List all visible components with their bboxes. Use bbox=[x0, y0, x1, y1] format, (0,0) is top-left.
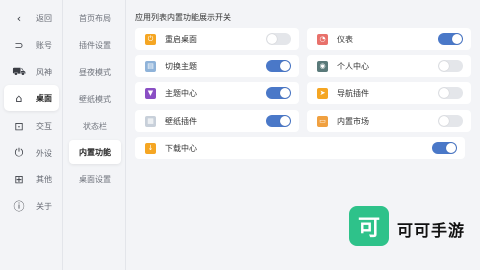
feature-label: 个人中心 bbox=[337, 61, 369, 71]
subnav-home-layout[interactable]: 首页布局 bbox=[69, 6, 121, 30]
rail-item-desktop[interactable]: ⌂ 桌面 bbox=[4, 85, 59, 111]
theme-center-icon: ▼ bbox=[145, 87, 156, 99]
toggle-switch-theme[interactable] bbox=[266, 60, 291, 72]
download-icon: ↓ bbox=[145, 142, 156, 154]
rail-item-label: 账号 bbox=[36, 40, 52, 50]
feature-card-navigation-plugin: ➤ 导航插件 bbox=[307, 82, 471, 104]
feature-label: 导航插件 bbox=[337, 88, 369, 98]
feature-label: 内置市场 bbox=[337, 116, 369, 126]
subnav-builtin-features[interactable]: 内置功能 bbox=[69, 140, 121, 164]
subnav-status-bar[interactable]: 状态栏 bbox=[69, 114, 121, 138]
feature-card-gauge: ◔ 仪表 bbox=[307, 28, 471, 50]
rail-item-label: 桌面 bbox=[36, 93, 52, 103]
subnav-desktop-settings[interactable]: 桌面设置 bbox=[69, 167, 121, 191]
feature-card-download-center: ↓ 下载中心 bbox=[135, 137, 465, 159]
toggle-download-center[interactable] bbox=[432, 142, 457, 154]
watermark-text: 可可手游 bbox=[397, 221, 466, 240]
subnav-wallpaper-mode[interactable]: 壁纸模式 bbox=[69, 87, 121, 111]
home-icon: ⌂ bbox=[15, 91, 23, 105]
toggle-theme-center[interactable] bbox=[266, 87, 291, 99]
wallpaper-icon: ▦ bbox=[145, 115, 156, 127]
navigation-icon: ➤ bbox=[317, 87, 328, 99]
section-heading: 应用列表内置功能展示开关 bbox=[135, 13, 231, 22]
feature-label: 切换主题 bbox=[165, 61, 197, 71]
feature-card-theme-center: ▼ 主题中心 bbox=[135, 82, 299, 104]
rail-item-label: 交互 bbox=[36, 121, 52, 131]
toggle-restart-desktop[interactable] bbox=[266, 33, 291, 45]
feature-card-wallpaper-plugin: ▦ 壁纸插件 bbox=[135, 110, 299, 132]
info-icon: ⓘ bbox=[13, 200, 25, 213]
rail-item-account[interactable]: ⊃ 账号 bbox=[4, 32, 59, 58]
toggle-gauge[interactable] bbox=[438, 33, 463, 45]
subnav-plugin-settings[interactable]: 插件设置 bbox=[69, 33, 121, 57]
power-icon: ⏻ bbox=[14, 146, 24, 159]
rail-item-other[interactable]: ⊞ 其他 bbox=[4, 166, 59, 192]
watermark-logo: 可 bbox=[349, 206, 389, 246]
feature-label: 仪表 bbox=[337, 34, 353, 44]
rail-item-about[interactable]: ⓘ 关于 bbox=[4, 193, 59, 219]
car-icon: ⛟ bbox=[12, 64, 26, 78]
account-icon: ⊃ bbox=[14, 38, 24, 52]
rail-item-peripherals[interactable]: ⏻ 外设 bbox=[4, 140, 59, 166]
feature-card-restart-desktop: ⏻ 重启桌面 bbox=[135, 28, 299, 50]
subnav-day-night-mode[interactable]: 昼夜模式 bbox=[69, 60, 121, 84]
rail-item-label: 风神 bbox=[36, 67, 52, 77]
feature-label: 重启桌面 bbox=[165, 34, 197, 44]
toggle-personal-center[interactable] bbox=[438, 60, 463, 72]
theme-switch-icon: ▤ bbox=[145, 60, 156, 72]
rail-item-label: 其他 bbox=[36, 174, 52, 184]
feature-card-builtin-market: ▭ 内置市场 bbox=[307, 110, 471, 132]
toggle-navigation-plugin[interactable] bbox=[438, 87, 463, 99]
rail-item-fengshen[interactable]: ⛟ 风神 bbox=[4, 59, 59, 85]
market-icon: ▭ bbox=[317, 115, 328, 127]
gauge-icon: ◔ bbox=[317, 33, 328, 45]
grid-icon: ⊞ bbox=[14, 172, 24, 186]
rail-item-interaction[interactable]: ⊡ 交互 bbox=[4, 113, 59, 139]
primary-sidebar: ‹ 返回 ⊃ 账号 ⛟ 风神 ⌂ 桌面 ⊡ 交互 ⏻ 外设 ⊞ 其他 ⓘ 关于 bbox=[0, 0, 63, 270]
rail-item-label: 返回 bbox=[36, 13, 52, 23]
feature-label: 下载中心 bbox=[165, 143, 197, 153]
feature-label: 主题中心 bbox=[165, 88, 197, 98]
rail-item-back[interactable]: ‹ 返回 bbox=[4, 5, 59, 31]
rail-item-label: 关于 bbox=[36, 201, 52, 211]
feature-card-personal-center: ◉ 个人中心 bbox=[307, 55, 471, 77]
feature-card-switch-theme: ▤ 切换主题 bbox=[135, 55, 299, 77]
secondary-sidebar: 首页布局 插件设置 昼夜模式 壁纸模式 状态栏 内置功能 桌面设置 bbox=[64, 0, 126, 270]
rail-item-label: 外设 bbox=[36, 148, 52, 158]
toggle-wallpaper-plugin[interactable] bbox=[266, 115, 291, 127]
feature-label: 壁纸插件 bbox=[165, 116, 197, 126]
toggle-builtin-market[interactable] bbox=[438, 115, 463, 127]
chevron-left-icon: ‹ bbox=[16, 11, 22, 25]
restart-icon: ⏻ bbox=[145, 33, 156, 45]
profile-icon: ◉ bbox=[317, 60, 328, 72]
interaction-icon: ⊡ bbox=[14, 119, 24, 133]
